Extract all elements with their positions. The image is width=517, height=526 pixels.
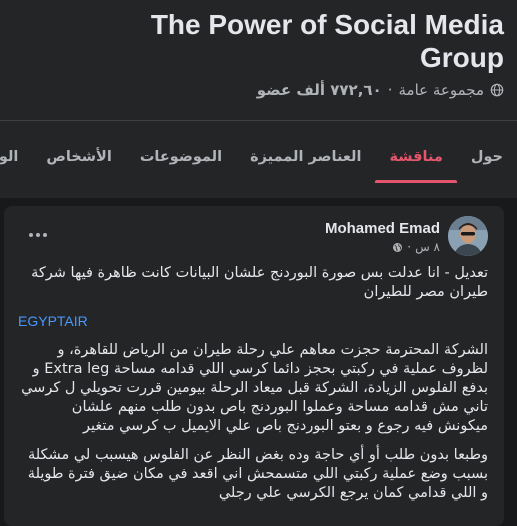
more-dot-icon (36, 233, 40, 237)
post-body: تعديل - انا عدلت بس صورة البوردنج علشان … (18, 264, 488, 513)
tab-media[interactable]: الوسا (0, 134, 32, 180)
header-divider (0, 120, 517, 121)
post-timestamp[interactable]: ٨ س · (392, 240, 440, 254)
post-paragraph: تعديل - انا عدلت بس صورة البوردنج علشان … (31, 265, 488, 300)
post-card: Mohamed Emad ٨ س · تعديل - انا عدلت بس ص… (4, 206, 504, 526)
post-paragraph: الشركة المحترمة حجزت معاهم علي رحلة طيرا… (21, 342, 488, 434)
post-time-label: ٨ س (415, 240, 440, 254)
group-header: The Power of Social Media Group مجموعة ع… (0, 0, 517, 198)
globe-icon (490, 83, 504, 97)
globe-icon (393, 242, 403, 252)
tab-discussion[interactable]: مناقشة (375, 134, 458, 183)
group-privacy: مجموعة عامة (398, 81, 485, 99)
post-paragraph: وطبعا بدون طلب أو أي حاجة وده بغض النظر … (27, 447, 488, 501)
post-tag-link[interactable]: EGYPTAIR (18, 312, 488, 331)
group-meta: مجموعة عامة · ٧٧٢,٦٠ ألف عضو (257, 78, 504, 102)
post-author-name[interactable]: Mohamed Emad (325, 220, 440, 237)
group-tabs: حول مناقشة العناصر المميزة الموضوعات الأ… (0, 134, 517, 184)
tab-featured[interactable]: العناصر المميزة (236, 134, 375, 180)
avatar[interactable] (448, 216, 488, 256)
more-dot-icon (43, 233, 47, 237)
more-dot-icon (29, 233, 33, 237)
tab-topics[interactable]: الموضوعات (126, 134, 236, 180)
time-separator: · (407, 240, 412, 254)
more-options-button[interactable] (26, 226, 50, 244)
post-header: Mohamed Emad ٨ س · (4, 206, 504, 264)
meta-separator: · (387, 81, 393, 99)
group-members-count[interactable]: ٧٧٢,٦٠ ألف عضو (257, 81, 382, 99)
tab-about[interactable]: حول (457, 134, 517, 180)
group-title[interactable]: The Power of Social Media Group (104, 8, 504, 74)
tab-people[interactable]: الأشخاص (32, 134, 125, 180)
avatar-image (448, 216, 488, 256)
